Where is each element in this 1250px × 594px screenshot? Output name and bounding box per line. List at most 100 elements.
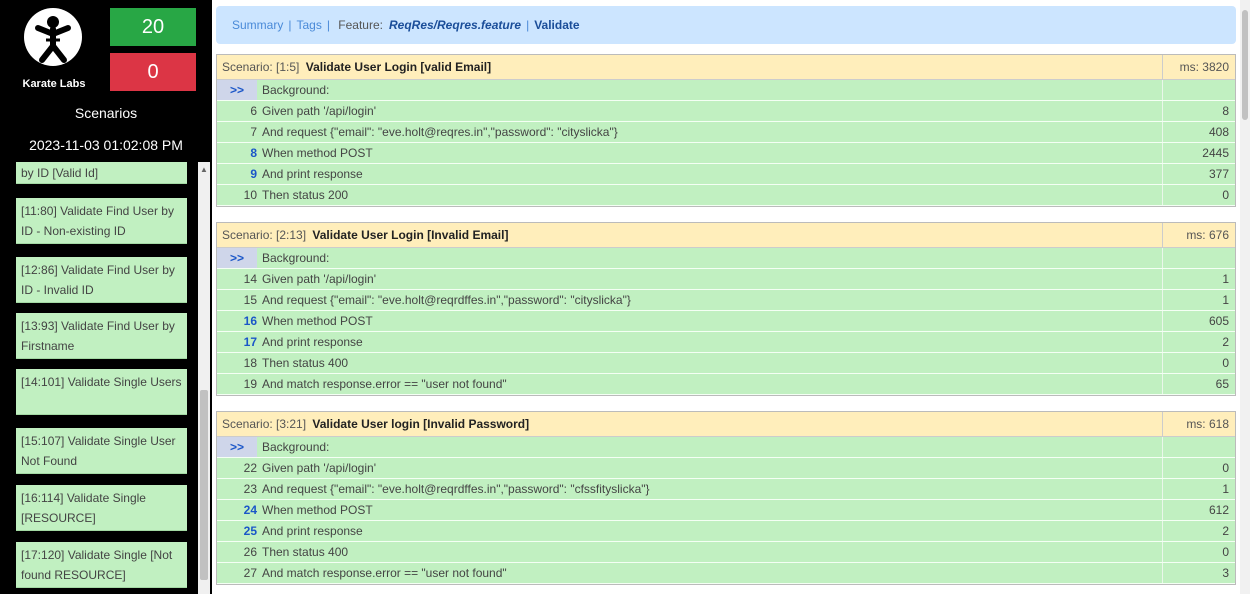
background-row: >> Background: xyxy=(217,80,1235,101)
background-row: >> Background: xyxy=(217,248,1235,269)
step-text: And request {"email": "eve.holt@reqrdffe… xyxy=(262,293,631,307)
step-line-number[interactable]: 24 xyxy=(217,500,257,520)
scenario-block: Scenario: [1:5] Validate User Login [val… xyxy=(216,54,1236,207)
page-scrollbar-thumb[interactable] xyxy=(1242,10,1248,120)
scenario-duration: ms: 618 xyxy=(1186,417,1229,431)
scenario-id: Scenario: [3:21] xyxy=(222,417,307,431)
step-duration: 408 xyxy=(1208,125,1229,139)
scenario-list-item[interactable]: by ID [Valid Id] xyxy=(16,162,187,184)
step-row: 23 And request {"email": "eve.holt@reqrdf… xyxy=(217,479,1235,500)
summary-link[interactable]: Summary xyxy=(232,18,283,32)
step-line-number: 27 xyxy=(243,566,257,580)
page-scrollbar[interactable] xyxy=(1240,0,1250,594)
breadcrumb-separator: | xyxy=(326,18,330,32)
scenario-list-item[interactable]: [15:107] Validate Single User Not Found xyxy=(16,428,187,474)
scrollbar-thumb[interactable] xyxy=(200,390,208,580)
step-duration: 3 xyxy=(1222,566,1229,580)
breadcrumb-separator: | xyxy=(526,18,530,32)
scenario-header: Scenario: [2:13] Validate User Login [In… xyxy=(217,223,1235,248)
step-text: Then status 200 xyxy=(262,188,349,202)
step-row: 22 Given path '/api/login' 0 xyxy=(217,458,1235,479)
breadcrumb-separator: | xyxy=(288,18,292,32)
tags-link[interactable]: Tags xyxy=(296,18,321,32)
scenario-duration: ms: 676 xyxy=(1186,228,1229,242)
step-line-number: 14 xyxy=(243,272,257,286)
background-toggle[interactable]: >> xyxy=(217,437,257,457)
step-row: 27 And match response.error == "user not … xyxy=(217,563,1235,584)
step-text: And request {"email": "eve.holt@reqrdffe… xyxy=(262,482,650,496)
step-text: And print response xyxy=(262,335,363,349)
step-line-number: 22 xyxy=(243,461,257,475)
scenario-list-item[interactable]: [12:86] Validate Find User by ID - Inval… xyxy=(16,257,187,303)
step-text: Then status 400 xyxy=(262,545,349,559)
step-line-number: 19 xyxy=(243,377,257,391)
step-duration: 1 xyxy=(1222,272,1229,286)
step-line-number[interactable]: 8 xyxy=(217,143,257,163)
scroll-up-icon[interactable]: ▲ xyxy=(200,165,208,174)
scenario-block: Scenario: [3:21] Validate User login [In… xyxy=(216,411,1236,585)
scenario-name: Validate User login [Invalid Password] xyxy=(312,417,530,431)
scenario-list-item[interactable]: [14:101] Validate Single Users xyxy=(16,369,187,415)
background-row: >> Background: xyxy=(217,437,1235,458)
background-label: Background: xyxy=(262,83,330,97)
step-row: 8 When method POST 2445 xyxy=(217,143,1235,164)
background-label: Background: xyxy=(262,251,330,265)
step-line-number[interactable]: 16 xyxy=(217,311,257,331)
step-duration: 2445 xyxy=(1202,146,1229,160)
step-text: When method POST xyxy=(262,314,373,328)
step-line-number[interactable]: 25 xyxy=(217,521,257,541)
step-row: 9 And print response 377 xyxy=(217,164,1235,185)
karate-logo[interactable]: Karate Labs xyxy=(13,8,95,93)
scenario-list-item[interactable]: [11:80] Validate Find User by ID - Non-e… xyxy=(16,198,187,244)
brand-name: Karate Labs xyxy=(22,78,86,90)
scenario-list[interactable]: by ID [Valid Id] [11:80] Validate Find U… xyxy=(0,162,197,594)
step-text: When method POST xyxy=(262,146,373,160)
step-text: And match response.error == "user not fo… xyxy=(262,566,507,580)
step-duration: 0 xyxy=(1222,545,1229,559)
failed-count-badge: 0 xyxy=(110,53,196,91)
step-row: 18 Then status 400 0 xyxy=(217,353,1235,374)
step-duration: 8 xyxy=(1222,104,1229,118)
step-duration: 2 xyxy=(1222,524,1229,538)
scenario-header: Scenario: [3:21] Validate User login [In… xyxy=(217,412,1235,437)
step-text: Given path '/api/login' xyxy=(262,461,376,475)
step-line-number: 10 xyxy=(243,188,257,202)
step-row: 6 Given path '/api/login' 8 xyxy=(217,101,1235,122)
step-row: 7 And request {"email": "eve.holt@reqres.… xyxy=(217,122,1235,143)
sidebar: Karate Labs 20 0 Scenarios 2023-11-03 01… xyxy=(0,0,212,594)
scenarios-heading: Scenarios xyxy=(74,105,138,121)
step-text: And match response.error == "user not fo… xyxy=(262,377,507,391)
karate-figure-icon xyxy=(24,8,82,66)
step-row: 14 Given path '/api/login' 1 xyxy=(217,269,1235,290)
step-line-number: 7 xyxy=(250,125,257,139)
passed-count-badge: 20 xyxy=(110,8,196,46)
step-text: Given path '/api/login' xyxy=(262,272,376,286)
background-toggle[interactable]: >> xyxy=(217,80,257,100)
step-text: Given path '/api/login' xyxy=(262,104,376,118)
step-line-number[interactable]: 9 xyxy=(217,164,257,184)
step-line-number: 15 xyxy=(243,293,257,307)
scenario-list-item[interactable]: [17:120] Validate Single [Not found RESO… xyxy=(16,542,187,588)
step-duration: 1 xyxy=(1222,293,1229,307)
feature-name-link[interactable]: ReqRes/Reqres.feature xyxy=(389,18,521,32)
scenario-list-scrollbar[interactable]: ▲ xyxy=(198,162,210,594)
feature-label: Feature: xyxy=(338,18,383,32)
scenario-duration: ms: 3820 xyxy=(1179,60,1229,74)
step-row: 24 When method POST 612 xyxy=(217,500,1235,521)
step-duration: 65 xyxy=(1215,377,1229,391)
report-timestamp: 2023-11-03 01:02:08 PM xyxy=(29,137,183,153)
step-line-number[interactable]: 17 xyxy=(217,332,257,352)
step-text: When method POST xyxy=(262,503,373,517)
step-text: And print response xyxy=(262,167,363,181)
step-row: 25 And print response 2 xyxy=(217,521,1235,542)
scenario-list-item[interactable]: [13:93] Validate Find User by Firstname xyxy=(16,313,187,359)
background-label: Background: xyxy=(262,440,330,454)
step-row: 15 And request {"email": "eve.holt@reqrdf… xyxy=(217,290,1235,311)
step-text: And print response xyxy=(262,524,363,538)
scenario-block: Scenario: [2:13] Validate User Login [In… xyxy=(216,222,1236,396)
background-toggle[interactable]: >> xyxy=(217,248,257,268)
scenario-list-item[interactable]: [16:114] Validate Single [RESOURCE] xyxy=(16,485,187,531)
scenario-name: Validate User Login [Invalid Email] xyxy=(312,228,509,242)
step-line-number: 26 xyxy=(243,545,257,559)
step-row: 16 When method POST 605 xyxy=(217,311,1235,332)
